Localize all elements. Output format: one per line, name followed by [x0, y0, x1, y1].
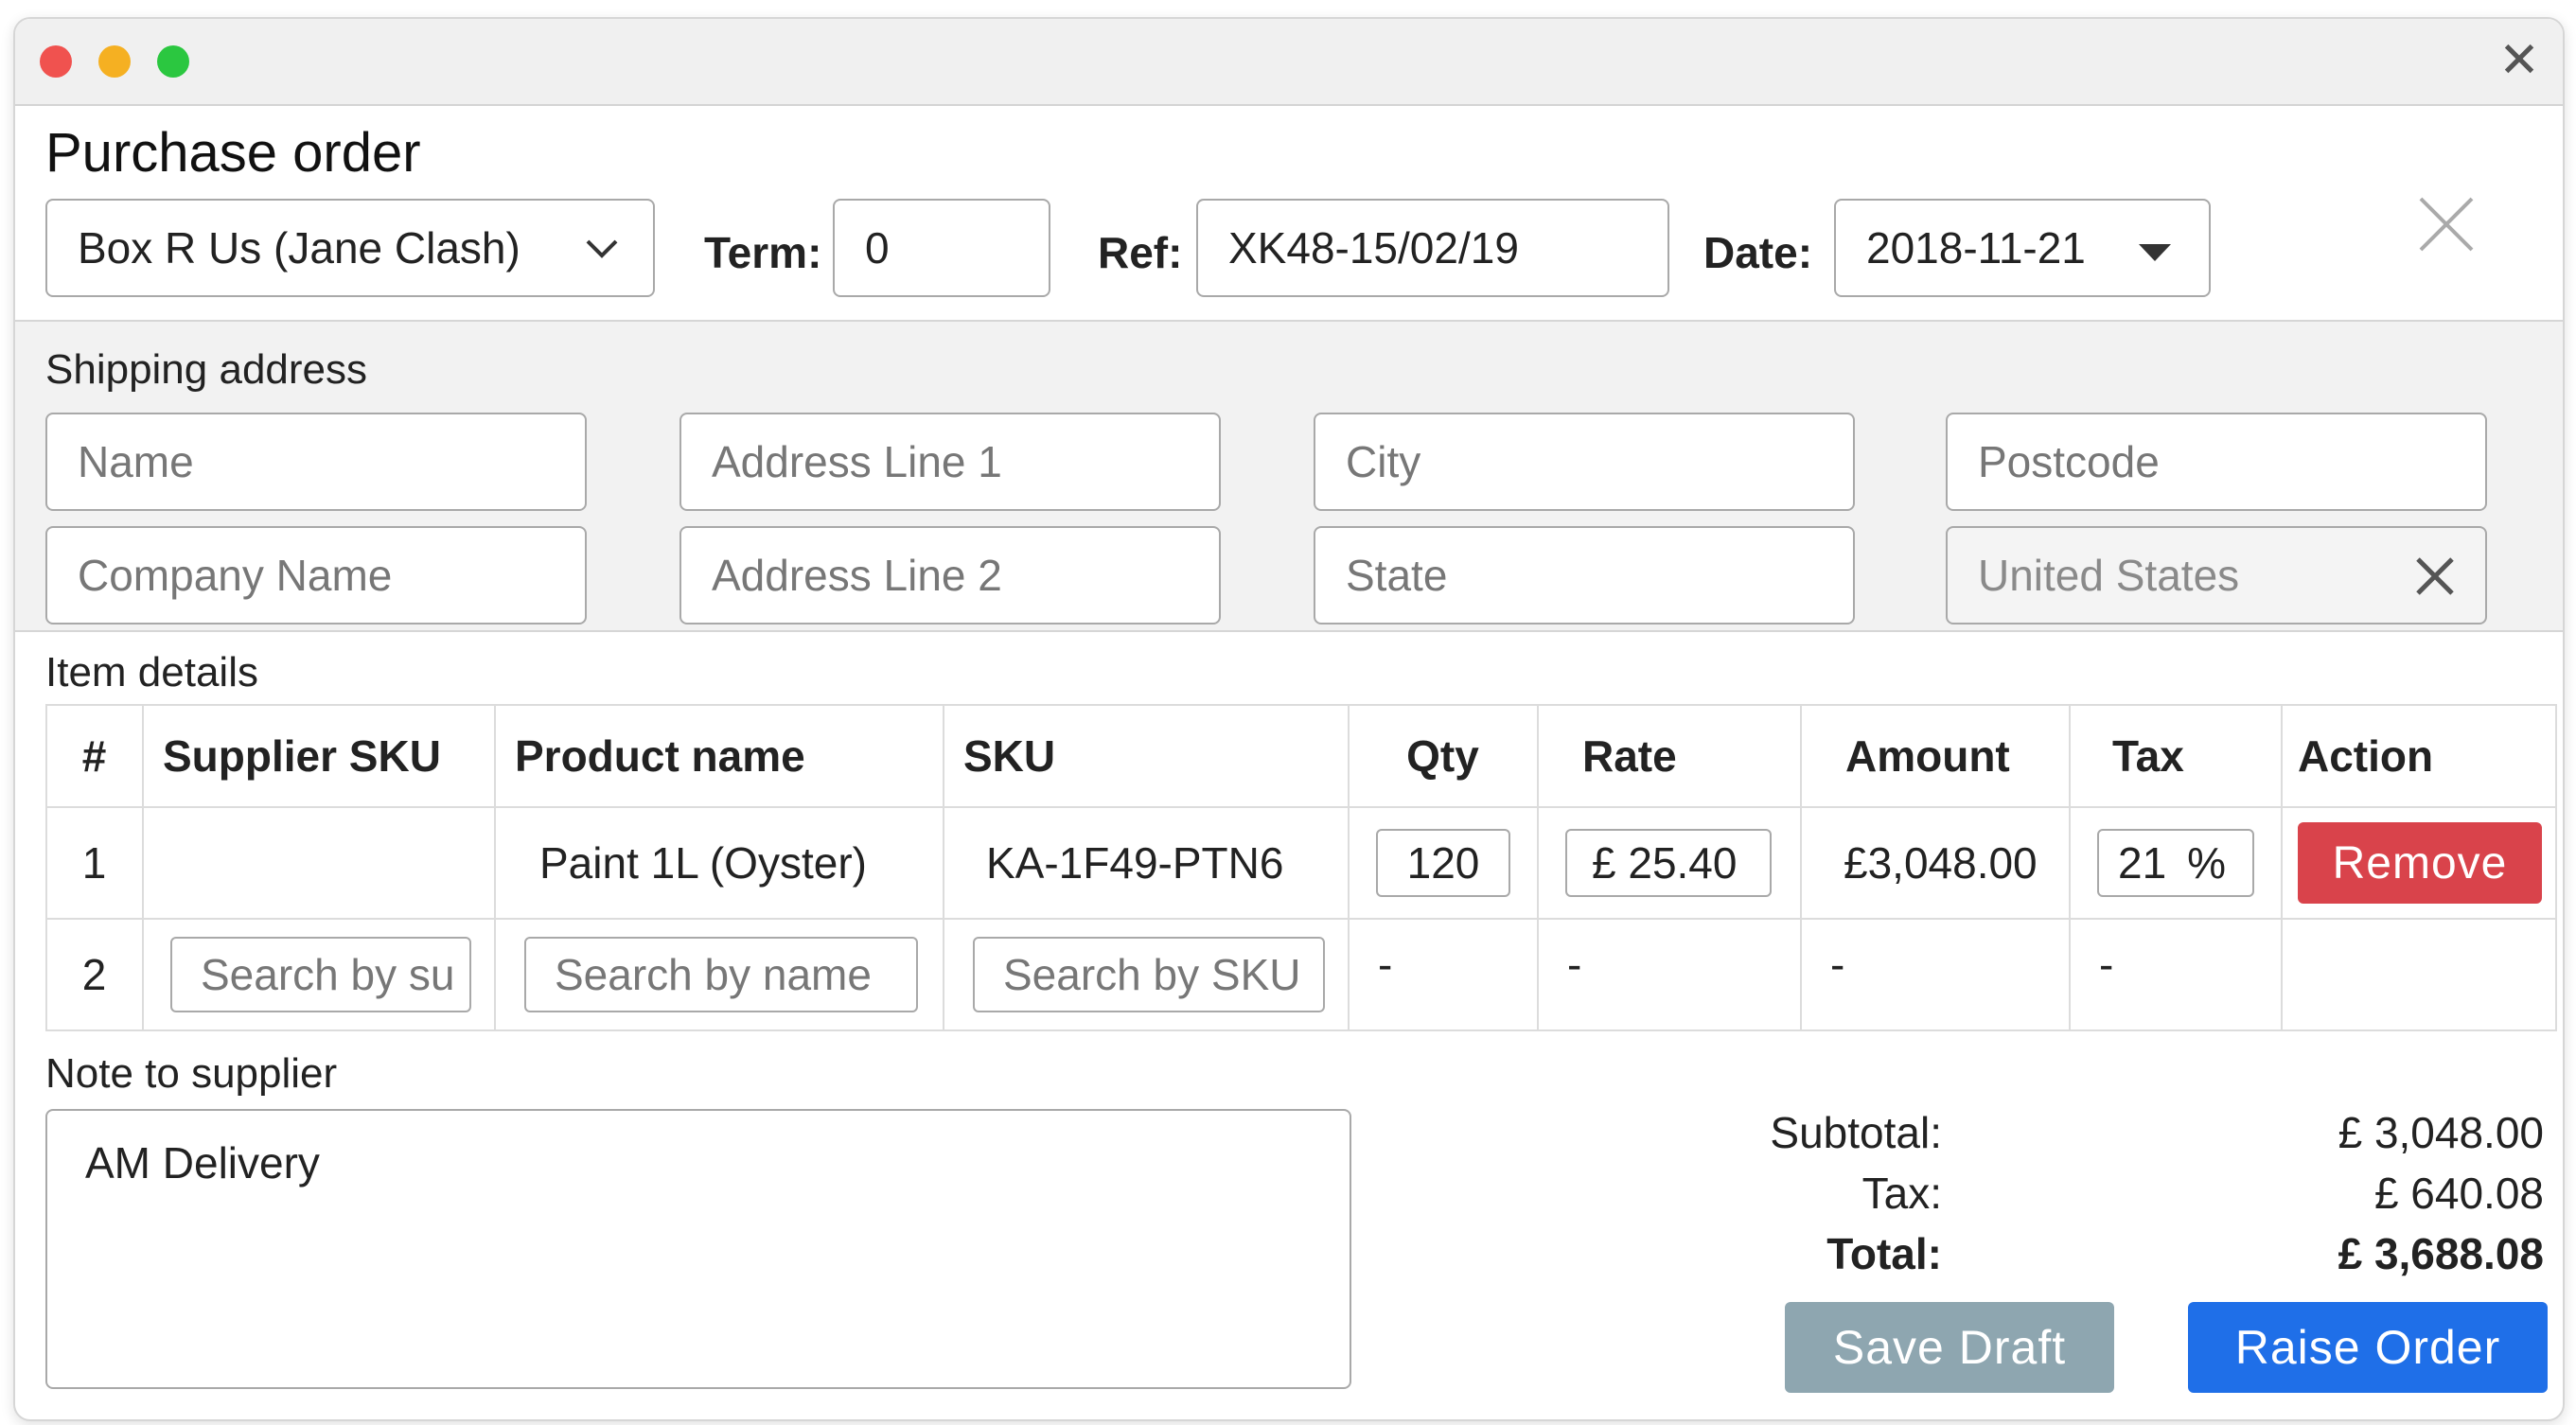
col-header: Action: [2281, 704, 2557, 808]
col-header: Supplier SKU: [142, 704, 496, 808]
sku-search-input[interactable]: Search by SKU: [973, 937, 1325, 1012]
col-header: Product name: [494, 704, 944, 808]
product-name-cell: Paint 1L (Oyster): [494, 806, 944, 920]
date-label: Date:: [1703, 228, 1813, 277]
term-label: Term:: [704, 228, 822, 277]
window-titlebar: ✕: [15, 19, 2563, 106]
row-number: 2: [45, 918, 144, 1031]
subtotal-label: Subtotal:: [1770, 1108, 1942, 1157]
tax-value: 21: [2118, 838, 2167, 888]
minimize-traffic-light[interactable]: [98, 45, 131, 78]
city-placeholder: City: [1346, 437, 1421, 486]
note-value: AM Delivery: [85, 1138, 320, 1188]
clear-icon[interactable]: [2415, 556, 2455, 596]
sku-cell: KA-1F49-PTN6: [943, 806, 1350, 920]
chevron-down-icon: [586, 239, 618, 258]
product-name-cell: Search by name: [494, 918, 944, 1031]
purchase-order-window: ✕ Purchase order Box R Us (Jane Clash) T…: [13, 17, 2565, 1421]
tax-value: £ 640.08: [2373, 1169, 2544, 1218]
page-title: Purchase order: [45, 122, 421, 184]
amount-cell: -: [1800, 918, 2071, 1031]
rate-cell: £ 25.40: [1537, 806, 1802, 920]
supplier-select[interactable]: Box R Us (Jane Clash): [45, 199, 655, 297]
raise-order-button[interactable]: Raise Order: [2188, 1302, 2548, 1393]
rate-cell: -: [1537, 918, 1802, 1031]
row-number: 1: [45, 806, 144, 920]
items-table: # Supplier SKU Product name SKU Qty Rate…: [45, 704, 2557, 1031]
percent-unit: %: [2187, 838, 2227, 888]
qty-cell: -: [1348, 918, 1539, 1031]
table-header-row: # Supplier SKU Product name SKU Qty Rate…: [45, 704, 2557, 808]
name-placeholder: Name: [78, 437, 194, 486]
date-value: 2018-11-21: [1866, 223, 2086, 273]
save-draft-button[interactable]: Save Draft: [1785, 1302, 2114, 1393]
table-row: 1 Paint 1L (Oyster) KA-1F49-PTN6 120 £ 2…: [45, 806, 2557, 920]
ref-value: XK48-15/02/19: [1228, 223, 1519, 273]
tax-label: Tax:: [1861, 1169, 1942, 1218]
col-header: Amount: [1800, 704, 2071, 808]
tax-cell: -: [2069, 918, 2283, 1031]
item-details-title: Item details: [45, 649, 258, 695]
country-value: United States: [1978, 551, 2240, 600]
sku-cell: Search by SKU: [943, 918, 1350, 1031]
name-field[interactable]: Name: [45, 413, 587, 511]
product-name-search-input[interactable]: Search by name: [524, 937, 918, 1012]
col-header: Qty: [1348, 704, 1539, 808]
address-line-1-field[interactable]: Address Line 1: [679, 413, 1221, 511]
total-value: £ 3,688.08: [2338, 1229, 2544, 1278]
table-row: 2 Search by su Search by name Search by …: [45, 918, 2557, 1031]
tax-cell: 21 %: [2069, 806, 2283, 920]
rate-input[interactable]: £ 25.40: [1565, 829, 1772, 897]
tax-input[interactable]: 21 %: [2097, 829, 2254, 897]
col-header: SKU: [943, 704, 1350, 808]
supplier-sku-cell: [142, 806, 496, 920]
term-input[interactable]: 0: [833, 199, 1050, 297]
shipping-address-section: Shipping address Name Company Name Addre…: [15, 320, 2563, 632]
total-label: Total:: [1826, 1229, 1942, 1278]
address-line-2-field[interactable]: Address Line 2: [679, 526, 1221, 625]
date-picker[interactable]: 2018-11-21: [1834, 199, 2211, 297]
postcode-field[interactable]: Postcode: [1946, 413, 2487, 511]
term-value: 0: [865, 223, 890, 273]
action-cell: Remove: [2281, 806, 2557, 920]
qty-input[interactable]: 120: [1376, 829, 1510, 897]
ref-input[interactable]: XK48-15/02/19: [1196, 199, 1669, 297]
close-traffic-light[interactable]: [40, 45, 72, 78]
col-header: Tax: [2069, 704, 2283, 808]
close-icon[interactable]: ✕: [2491, 32, 2548, 89]
city-field[interactable]: City: [1314, 413, 1855, 511]
supplier-value: Box R Us (Jane Clash): [78, 223, 520, 273]
qty-cell: 120: [1348, 806, 1539, 920]
note-textarea[interactable]: AM Delivery: [45, 1109, 1351, 1389]
postcode-placeholder: Postcode: [1978, 437, 2160, 486]
caret-down-icon: [2139, 244, 2171, 261]
zoom-traffic-light[interactable]: [157, 45, 189, 78]
address1-placeholder: Address Line 1: [712, 437, 1002, 486]
amount-cell: £3,048.00: [1800, 806, 2071, 920]
x-icon[interactable]: [2417, 195, 2476, 254]
country-select[interactable]: United States: [1946, 526, 2487, 625]
col-header: #: [45, 704, 144, 808]
shipping-title: Shipping address: [45, 346, 368, 393]
note-title: Note to supplier: [45, 1050, 338, 1097]
state-placeholder: State: [1346, 551, 1448, 600]
ref-label: Ref:: [1098, 228, 1183, 277]
supplier-sku-cell: Search by su: [142, 918, 496, 1031]
state-field[interactable]: State: [1314, 526, 1855, 625]
action-cell: [2281, 918, 2557, 1031]
supplier-sku-search-input[interactable]: Search by su: [170, 937, 471, 1012]
company-placeholder: Company Name: [78, 551, 393, 600]
col-header: Rate: [1537, 704, 1802, 808]
company-name-field[interactable]: Company Name: [45, 526, 587, 625]
subtotal-value: £ 3,048.00: [2338, 1108, 2544, 1157]
remove-button[interactable]: Remove: [2298, 822, 2542, 904]
address2-placeholder: Address Line 2: [712, 551, 1002, 600]
